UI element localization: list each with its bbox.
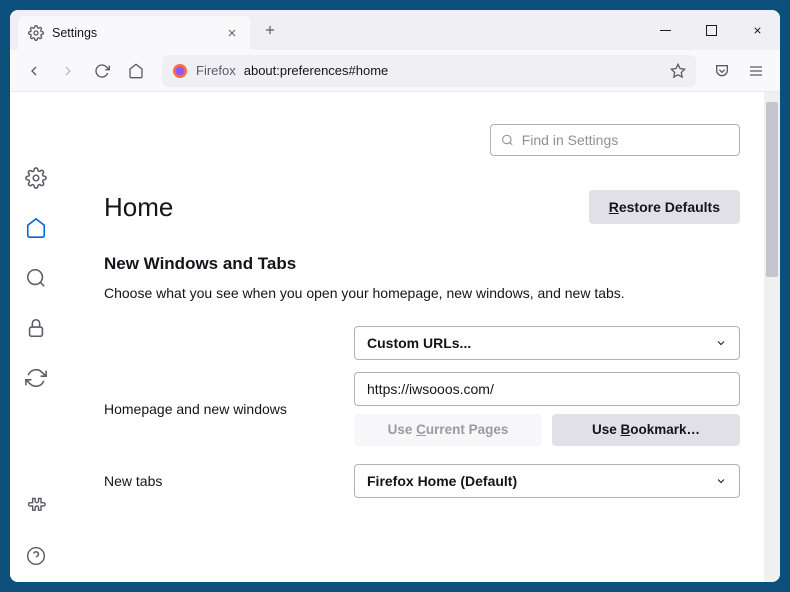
use-current-pages-button[interactable]: Use Current Pages (354, 414, 542, 446)
sidebar-item-search[interactable] (20, 262, 52, 294)
browser-window: Settings Firefox about:preferences#home (10, 10, 780, 582)
minimize-button[interactable] (642, 10, 688, 50)
sidebar-item-extensions[interactable] (20, 490, 52, 522)
restore-defaults-button[interactable]: Restore Defaults (589, 190, 740, 224)
page-title: Home (104, 192, 173, 223)
sidebar-item-privacy[interactable] (20, 312, 52, 344)
pocket-button[interactable] (706, 55, 738, 87)
section-description: Choose what you see when you open your h… (104, 284, 740, 304)
homepage-url-input[interactable] (354, 372, 740, 406)
close-icon[interactable] (224, 25, 240, 41)
settings-panel: Home Restore Defaults New Windows and Ta… (62, 92, 780, 582)
sidebar-item-help[interactable] (20, 540, 52, 572)
close-button[interactable] (734, 10, 780, 50)
toolbar: Firefox about:preferences#home (10, 50, 780, 92)
sidebar-item-sync[interactable] (20, 362, 52, 394)
urlbar-identity: Firefox (196, 63, 236, 78)
back-button[interactable] (18, 55, 50, 87)
firefox-icon (172, 63, 188, 79)
select-value: Firefox Home (Default) (367, 473, 517, 489)
titlebar: Settings (10, 10, 780, 50)
reload-button[interactable] (86, 55, 118, 87)
category-sidebar (10, 92, 62, 582)
gear-icon (28, 25, 44, 41)
forward-button[interactable] (52, 55, 84, 87)
newtabs-label: New tabs (104, 473, 334, 489)
use-bookmark-button[interactable]: Use Bookmark… (552, 414, 740, 446)
search-input[interactable] (490, 124, 740, 156)
chevron-down-icon (715, 337, 727, 349)
homepage-mode-select[interactable]: Custom URLs... (354, 326, 740, 360)
chevron-down-icon (715, 475, 727, 487)
vertical-scrollbar[interactable] (764, 92, 780, 582)
urlbar-path: about:preferences#home (244, 63, 389, 78)
homepage-label: Homepage and new windows (104, 401, 334, 417)
search-field[interactable] (522, 132, 729, 148)
url-bar[interactable]: Firefox about:preferences#home (162, 55, 696, 87)
app-menu-button[interactable] (740, 55, 772, 87)
tab-settings[interactable]: Settings (18, 16, 250, 50)
search-icon (501, 133, 514, 147)
content-area: Home Restore Defaults New Windows and Ta… (10, 92, 780, 582)
newtabs-select[interactable]: Firefox Home (Default) (354, 464, 740, 498)
scrollbar-thumb[interactable] (766, 102, 778, 277)
section-title: New Windows and Tabs (104, 254, 740, 274)
window-controls (642, 10, 780, 50)
home-button[interactable] (120, 55, 152, 87)
maximize-button[interactable] (688, 10, 734, 50)
sidebar-item-general[interactable] (20, 162, 52, 194)
sidebar-item-home[interactable] (20, 212, 52, 244)
bookmark-star-icon[interactable] (670, 63, 686, 79)
tab-title: Settings (52, 26, 216, 40)
select-value: Custom URLs... (367, 335, 471, 351)
new-tab-button[interactable] (256, 16, 284, 44)
